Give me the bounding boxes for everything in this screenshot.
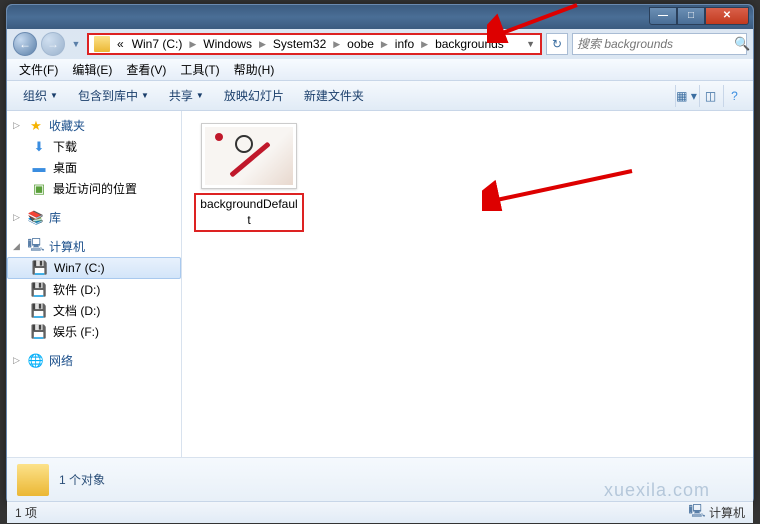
- help-icon[interactable]: ?: [723, 85, 745, 107]
- status-item-count: 1 项: [15, 504, 37, 521]
- breadcrumb-segment[interactable]: info: [391, 37, 418, 51]
- breadcrumb-segment[interactable]: oobe: [343, 37, 378, 51]
- chevron-right-icon[interactable]: ▶: [256, 39, 269, 50]
- address-bar[interactable]: « Win7 (C:) ▶ Windows ▶ System32 ▶ oobe …: [87, 33, 542, 55]
- minimize-button[interactable]: —: [649, 7, 677, 25]
- sidebar-item-desktop[interactable]: ▬桌面: [7, 157, 181, 178]
- history-dropdown[interactable]: ▼: [69, 34, 83, 54]
- sidebar-item-recent[interactable]: ▣最近访问的位置: [7, 178, 181, 199]
- slideshow-button[interactable]: 放映幻灯片: [216, 84, 292, 107]
- search-icon[interactable]: 🔍: [734, 36, 750, 52]
- organize-button[interactable]: 组织 ▼: [15, 84, 66, 107]
- sidebar-libraries[interactable]: ▷📚库: [7, 207, 181, 228]
- sidebar-computer[interactable]: ◢🖳计算机: [7, 236, 181, 257]
- menu-tools[interactable]: 工具(T): [174, 59, 225, 80]
- titlebar[interactable]: — □ ✕: [7, 5, 753, 29]
- window-controls: — □ ✕: [649, 7, 749, 25]
- breadcrumb-segment[interactable]: System32: [269, 37, 330, 51]
- file-label: backgroundDefault: [194, 193, 304, 232]
- back-button[interactable]: ←: [13, 32, 37, 56]
- menu-bar: 文件(F) 编辑(E) 查看(V) 工具(T) 帮助(H): [7, 59, 753, 81]
- search-input[interactable]: [577, 37, 734, 51]
- menu-file[interactable]: 文件(F): [13, 59, 64, 80]
- computer-icon: 🖳: [689, 505, 705, 521]
- folder-icon: [17, 464, 49, 496]
- chevron-right-icon[interactable]: ▶: [186, 39, 199, 50]
- breadcrumb-segment[interactable]: Windows: [199, 37, 256, 51]
- chevron-right-icon[interactable]: ▶: [378, 39, 391, 50]
- sidebar-item-drive-f[interactable]: 💾娱乐 (F:): [7, 321, 181, 342]
- menu-help[interactable]: 帮助(H): [228, 59, 281, 80]
- navigation-bar: ← → ▼ « Win7 (C:) ▶ Windows ▶ System32 ▶…: [7, 29, 753, 59]
- annotation-arrow-icon: [482, 161, 642, 211]
- new-folder-button[interactable]: 新建文件夹: [296, 84, 372, 107]
- sidebar-item-downloads[interactable]: ⬇下载: [7, 136, 181, 157]
- address-prefix: «: [113, 37, 128, 51]
- refresh-button[interactable]: ↻: [546, 33, 568, 55]
- sidebar-favorites[interactable]: ▷★收藏夹: [7, 115, 181, 136]
- include-library-button[interactable]: 包含到库中 ▼: [70, 84, 157, 107]
- view-options-icon[interactable]: ▦ ▾: [675, 85, 697, 107]
- menu-edit[interactable]: 编辑(E): [66, 59, 118, 80]
- sidebar-item-drive-c[interactable]: 💾Win7 (C:): [7, 257, 181, 279]
- preview-pane-icon[interactable]: ◫: [699, 85, 721, 107]
- explorer-window: — □ ✕ ← → ▼ « Win7 (C:) ▶ Windows ▶ Syst…: [6, 4, 754, 504]
- status-bar: 1 项 🖳 计算机: [7, 501, 753, 523]
- file-thumbnail: [201, 123, 297, 189]
- details-text: 1 个对象: [59, 471, 105, 488]
- chevron-right-icon[interactable]: ▶: [330, 39, 343, 50]
- navigation-pane[interactable]: ▷★收藏夹 ⬇下载 ▬桌面 ▣最近访问的位置 ▷📚库 ◢🖳计算机 💾Win7 (…: [7, 111, 182, 457]
- details-pane: 1 个对象: [7, 457, 753, 501]
- explorer-body: ▷★收藏夹 ⬇下载 ▬桌面 ▣最近访问的位置 ▷📚库 ◢🖳计算机 💾Win7 (…: [7, 111, 753, 457]
- breadcrumb-segment[interactable]: backgrounds: [431, 37, 508, 51]
- status-location: 计算机: [709, 504, 745, 521]
- file-item[interactable]: backgroundDefault: [194, 123, 304, 232]
- file-list-pane[interactable]: backgroundDefault: [182, 111, 753, 457]
- chevron-right-icon[interactable]: ▶: [418, 39, 431, 50]
- sidebar-network[interactable]: ▷🌐网络: [7, 350, 181, 371]
- sidebar-item-drive-d2[interactable]: 💾文档 (D:): [7, 300, 181, 321]
- sidebar-item-drive-d1[interactable]: 💾软件 (D:): [7, 279, 181, 300]
- share-button[interactable]: 共享 ▼: [161, 84, 212, 107]
- menu-view[interactable]: 查看(V): [120, 59, 172, 80]
- command-bar: 组织 ▼ 包含到库中 ▼ 共享 ▼ 放映幻灯片 新建文件夹 ▦ ▾ ◫ ?: [7, 81, 753, 111]
- breadcrumb-segment[interactable]: Win7 (C:): [128, 37, 187, 51]
- search-box[interactable]: 🔍: [572, 33, 747, 55]
- maximize-button[interactable]: □: [677, 7, 705, 25]
- folder-icon: [94, 36, 110, 52]
- close-button[interactable]: ✕: [705, 7, 749, 25]
- forward-button[interactable]: →: [41, 32, 65, 56]
- address-dropdown[interactable]: ▼: [523, 39, 538, 49]
